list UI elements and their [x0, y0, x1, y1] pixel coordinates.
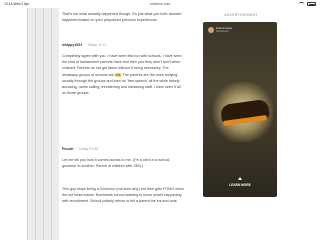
learn-more-button[interactable]: LEARN MORE — [203, 183, 277, 187]
ad-label: ADVERTISEMENT — [224, 13, 258, 17]
comment-thread: That's not what actually happened though… — [59, 8, 187, 240]
wifi-icon — [299, 2, 304, 6]
reply-rail[interactable] — [35, 8, 43, 240]
comment-timestamp: · Today 07:40 — [76, 147, 99, 151]
comment-body: This guy stops being a Governor (not sur… — [62, 187, 184, 204]
ad-video[interactable]: brand name Sponsored LEARN MORE — [203, 22, 277, 197]
comment-body: That's not what actually happened though… — [62, 12, 182, 23]
battery-icon — [307, 2, 316, 6]
ad-brand[interactable]: brand name Sponsored — [208, 26, 232, 34]
reply-rail[interactable] — [27, 8, 35, 240]
page-url[interactable]: coliseum.com — [0, 2, 320, 6]
comment-timestamp: · Today 11:17 — [85, 43, 107, 47]
reply-rail[interactable] — [51, 8, 59, 240]
brand-avatar — [208, 27, 214, 34]
arrow-up-icon — [238, 177, 242, 180]
brand-sponsored: Sponsored — [216, 30, 229, 34]
ad-panel: ADVERTISEMENT brand name Sponsored LEARN… — [196, 8, 320, 240]
username[interactable]: whippy1651 — [62, 43, 82, 47]
status-icons — [299, 2, 316, 6]
reply-rail[interactable] — [43, 8, 51, 240]
comment-body: Completely agree with you. I have seen t… — [62, 53, 184, 96]
status-bar: 13:14 Wed 2 Apr coliseum.com — [0, 0, 320, 8]
comment-header: whippy1651 · Today 11:17 — [62, 42, 107, 48]
comment-body: Let me tell you how it comes across to m… — [62, 158, 171, 169]
username[interactable]: Piccah — [62, 147, 74, 151]
comment-header: Piccah · Today 07:40 — [62, 146, 98, 152]
